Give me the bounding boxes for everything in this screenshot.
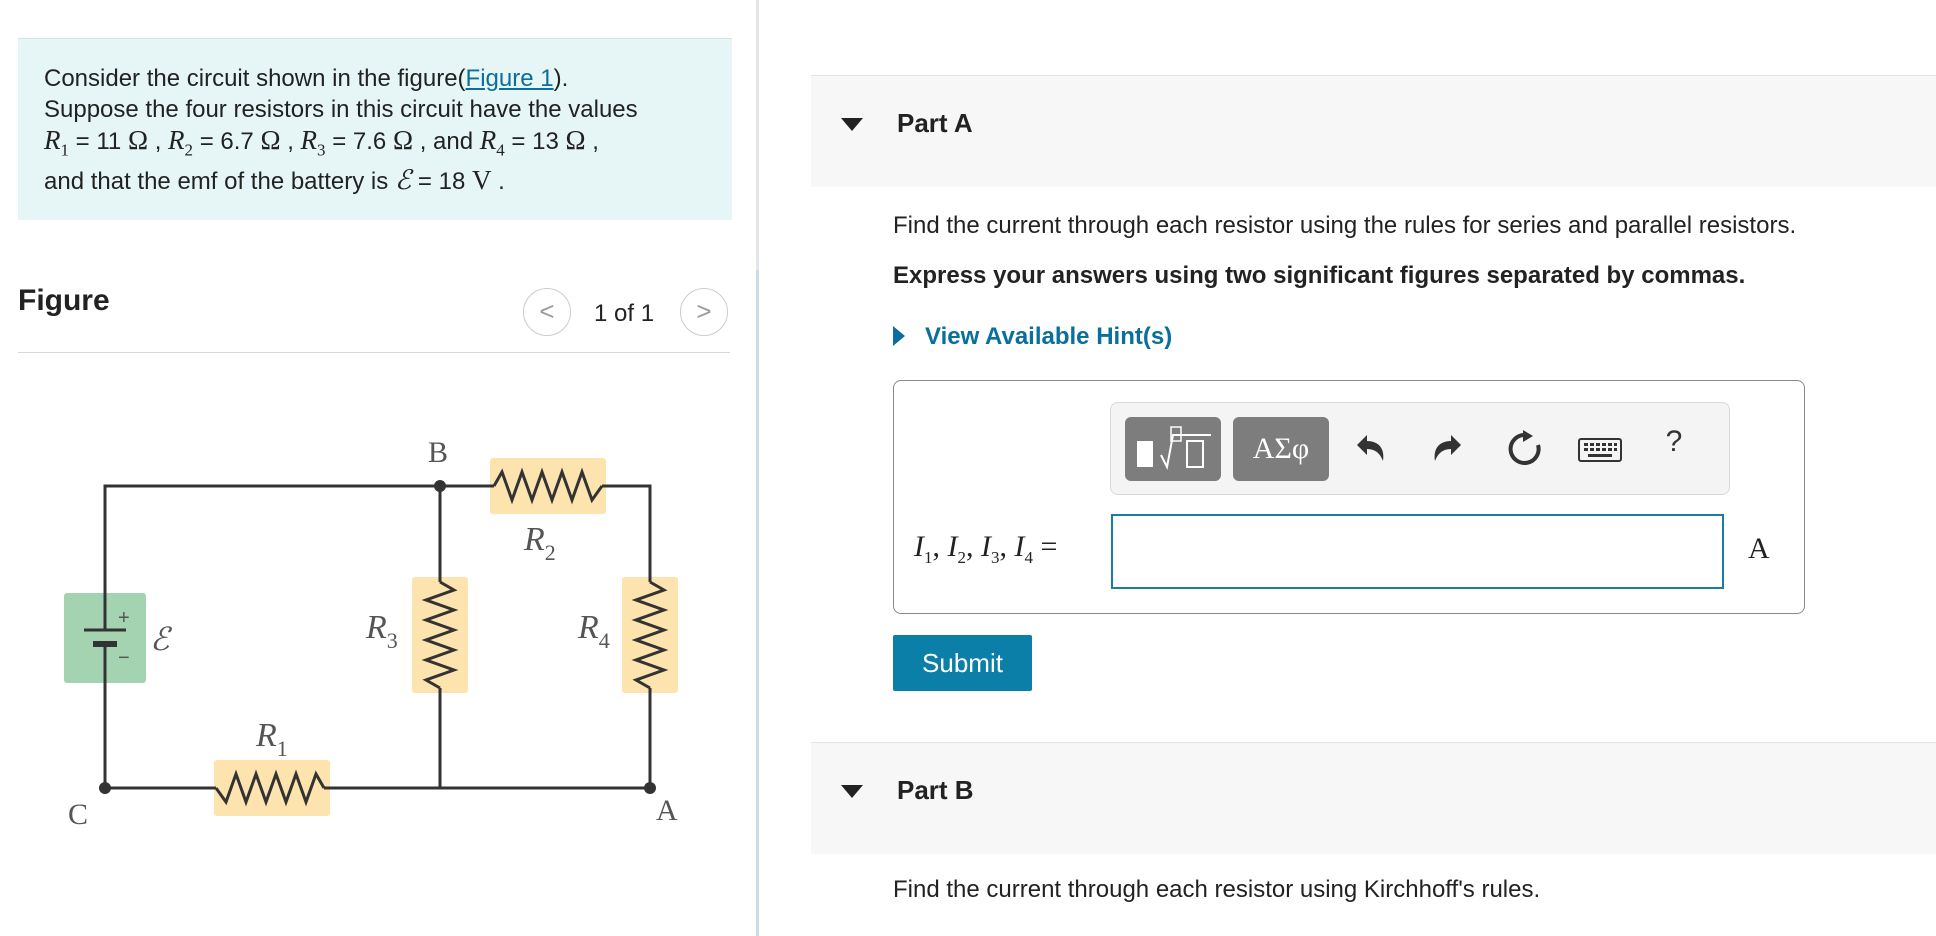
hint-link-label: View Available Hint(s) — [925, 323, 1173, 350]
emf-label: ℰ — [150, 621, 173, 657]
next-figure-button[interactable]: > — [680, 288, 728, 336]
part-a-title: Part A — [897, 108, 973, 138]
emf-value: 18 — [438, 168, 466, 196]
node-c — [99, 782, 111, 794]
r3-label: R3 — [365, 609, 398, 653]
problem-line-1: Consider the circuit shown in the figure… — [44, 63, 706, 94]
problem-line-3: R1 = 11 Ω , R2 = 6.7 Ω , R3 = 7.6 Ω , an… — [44, 125, 599, 160]
r3-symbol: R3 — [300, 125, 326, 160]
problem-column: Consider the circuit shown in the figure… — [0, 0, 756, 936]
ohm-symbol: Ω — [260, 125, 281, 155]
r4-label: R4 — [577, 609, 610, 653]
column-scrollbar[interactable] — [756, 270, 759, 936]
emf-symbol: ℰ — [394, 165, 412, 196]
part-b-instruction: Find the current through each resistor u… — [893, 876, 1541, 903]
r4-symbol: R4 — [479, 125, 505, 160]
unit-label: A — [1748, 532, 1770, 565]
problem-line-2: Suppose the four resistors in this circu… — [44, 96, 638, 123]
label-b: B — [428, 436, 448, 469]
part-a-instruction: Find the current through each resistor u… — [893, 212, 1797, 239]
reset-icon[interactable] — [1505, 429, 1545, 469]
ohm-symbol: Ω — [127, 125, 149, 155]
part-a-format-note: Express your answers using two significa… — [893, 262, 1746, 289]
figure-title: Figure — [18, 284, 110, 317]
previous-figure-button[interactable]: < — [523, 288, 571, 336]
collapse-arrow-icon[interactable] — [841, 118, 863, 131]
part-b-header[interactable]: Part B — [811, 742, 1936, 854]
problem-text: ). — [553, 65, 569, 92]
help-button[interactable]: ? — [1659, 425, 1689, 465]
node-a — [644, 782, 656, 794]
circuit-diagram: B C A + − ℰ R2 R3 R4 R1 — [64, 436, 678, 831]
template-icon — [1137, 426, 1211, 471]
problem-statement: Consider the circuit shown in the figure… — [18, 38, 732, 220]
battery-minus: − — [118, 647, 130, 669]
ohm-symbol: Ω — [392, 125, 414, 155]
figure-divider — [18, 352, 730, 353]
node-b — [434, 480, 446, 492]
symbols-button[interactable]: ΑΣφ — [1233, 417, 1329, 481]
answer-input[interactable] — [1111, 514, 1724, 589]
problem-text: and that the emf of the battery is — [44, 168, 389, 196]
label-c: C — [68, 798, 88, 831]
and-word: and — [433, 128, 474, 155]
r1-value: 11 — [96, 128, 122, 155]
battery-plus: + — [118, 607, 130, 629]
ohm-symbol: Ω — [565, 125, 586, 155]
math-toolbar: ΑΣφ ? — [1110, 402, 1730, 495]
submit-button[interactable]: Submit — [893, 635, 1032, 691]
r2-symbol: R2 — [168, 125, 194, 160]
collapse-arrow-icon[interactable] — [841, 785, 863, 798]
r1-label: R1 — [255, 717, 288, 761]
view-hints-link[interactable]: View Available Hint(s) — [893, 323, 1172, 351]
expand-arrow-icon — [893, 326, 905, 346]
keyboard-icon[interactable] — [1576, 429, 1624, 469]
redo-icon[interactable] — [1427, 429, 1467, 469]
figure-link[interactable]: Figure 1 — [466, 65, 554, 92]
r4-value: 13 — [532, 128, 559, 155]
problem-line-4: and that the emf of the battery is ℰ = 1… — [44, 165, 505, 196]
undo-icon[interactable] — [1351, 429, 1391, 469]
part-b-title: Part B — [897, 775, 974, 805]
part-a-header[interactable]: Part A — [811, 75, 1936, 187]
answer-label: I1, I2, I3, I4 = — [914, 530, 1058, 567]
volt-symbol: V — [471, 165, 492, 196]
r2-value: 6.7 — [220, 128, 254, 155]
label-a: A — [656, 794, 678, 827]
r2-label: R2 — [523, 521, 556, 565]
r3-value: 7.6 — [352, 128, 387, 155]
problem-text: Consider the circuit shown in the figure… — [44, 65, 466, 92]
r1-symbol: R1 — [44, 125, 69, 160]
template-button[interactable] — [1125, 417, 1221, 481]
figure-counter: 1 of 1 — [594, 300, 655, 327]
